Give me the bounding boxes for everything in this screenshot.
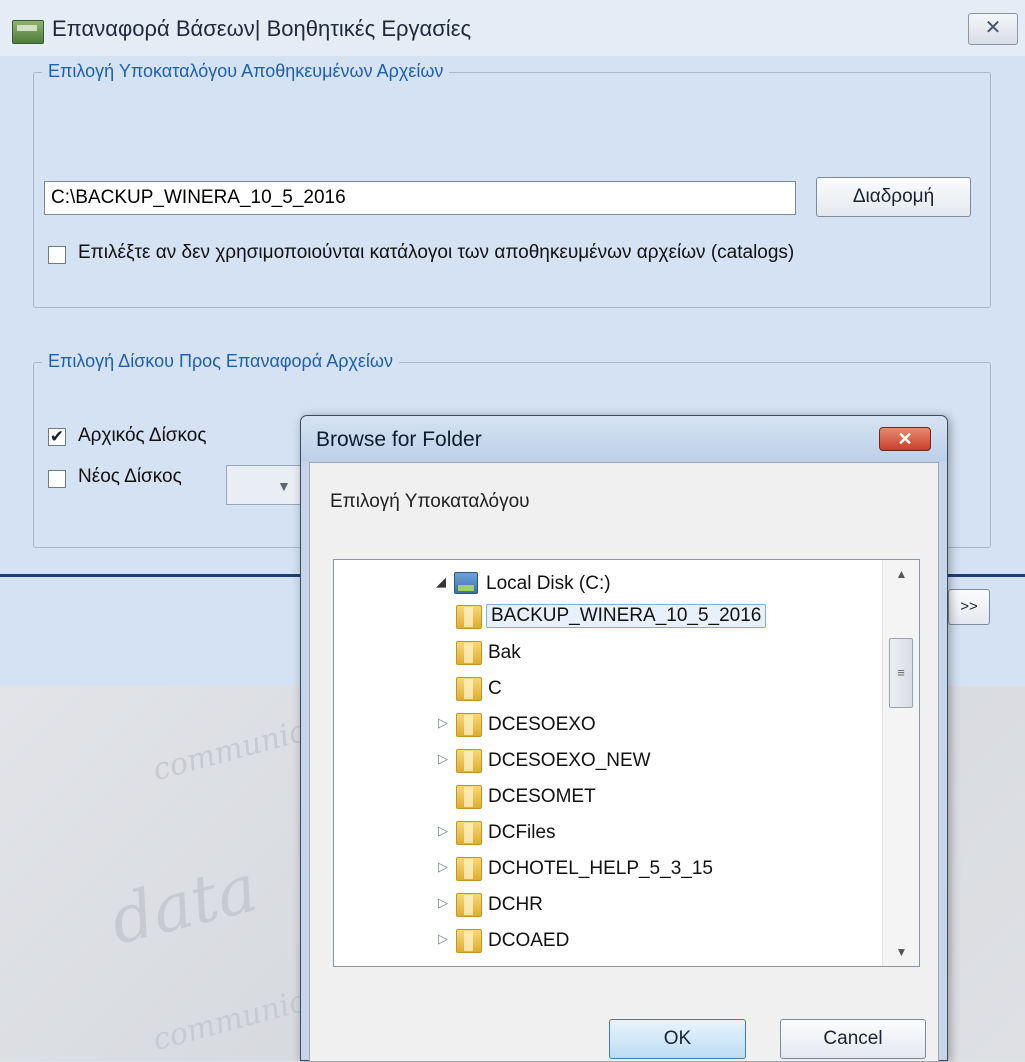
original-disk-checkbox[interactable]: ✔ xyxy=(48,428,66,446)
folder-icon xyxy=(456,749,482,773)
backup-folder-legend: Επιλογή Υποκαταλόγου Αποθηκευμένων Αρχεί… xyxy=(42,61,450,82)
folder-label: DCESOEXO xyxy=(488,714,596,735)
folder-icon xyxy=(456,605,482,629)
folder-icon xyxy=(456,641,482,665)
scroll-up-icon[interactable]: ▲ xyxy=(883,560,919,588)
folder-label: DCESOEXO_NEW xyxy=(488,750,651,771)
cancel-button[interactable]: Cancel xyxy=(780,1019,926,1059)
folder-icon xyxy=(456,677,482,701)
collapsed-arrow-icon[interactable]: ▷ xyxy=(438,931,448,947)
dialog-titlebar: Browse for Folder ✕ xyxy=(301,416,947,462)
folder-label: DCHR xyxy=(488,894,543,915)
browse-folder-dialog: Browse for Folder ✕ Επιλογή Υποκαταλόγου… xyxy=(300,415,948,1062)
window-titlebar: Επαναφορά Βάσεων| Βοηθητικές Εργασίες ✕ xyxy=(0,0,1025,56)
app-icon xyxy=(12,20,44,44)
no-catalogs-checkbox[interactable] xyxy=(48,246,66,264)
expanded-arrow-icon[interactable]: ◢ xyxy=(436,574,446,590)
dialog-description: Επιλογή Υποκαταλόγου xyxy=(330,491,530,512)
collapsed-arrow-icon[interactable]: ▷ xyxy=(438,715,448,731)
window-title: Επαναφορά Βάσεων| Βοηθητικές Εργασίες xyxy=(52,16,472,41)
collapsed-arrow-icon[interactable]: ▷ xyxy=(438,823,448,839)
dialog-body: Επιλογή Υποκαταλόγου ◢ Local Disk (C:) B… xyxy=(309,462,939,1062)
backup-path-input[interactable] xyxy=(44,181,796,215)
collapsed-arrow-icon[interactable]: ▷ xyxy=(438,895,448,911)
folder-label: Bak xyxy=(488,642,521,663)
scroll-thumb[interactable]: ≡ xyxy=(889,638,913,708)
dialog-close-button[interactable]: ✕ xyxy=(879,427,931,451)
no-catalogs-label: Επιλέξτε αν δεν χρησιμοποιούνται κατάλογ… xyxy=(78,242,795,263)
ok-button[interactable]: OK xyxy=(609,1019,746,1059)
new-disk-checkbox[interactable] xyxy=(48,470,66,488)
folder-icon xyxy=(456,821,482,845)
folder-label: DCOAED xyxy=(488,930,570,951)
next-button[interactable]: >> xyxy=(948,589,990,625)
chevron-down-icon: ▼ xyxy=(277,478,291,494)
watermark-logo-2: data xyxy=(102,849,265,960)
tree-scrollbar[interactable]: ▲ ≡ ▼ xyxy=(882,560,919,966)
collapsed-arrow-icon[interactable]: ▷ xyxy=(438,859,448,875)
folder-label: DCHOTEL_HELP_5_3_15 xyxy=(488,858,713,879)
original-disk-label: Αρχικός Δίσκος xyxy=(78,425,207,446)
drive-label: Local Disk (C:) xyxy=(486,573,611,594)
folder-icon xyxy=(456,929,482,953)
folder-icon xyxy=(456,857,482,881)
scroll-down-icon[interactable]: ▼ xyxy=(883,938,919,966)
folder-tree[interactable]: ◢ Local Disk (C:) BACKUP_WINERA_10_5_201… xyxy=(333,559,920,967)
folder-label: C xyxy=(488,678,502,699)
folder-icon xyxy=(456,713,482,737)
folder-label: DCESOMET xyxy=(488,786,596,807)
new-disk-label: Νέος Δίσκος xyxy=(78,466,182,487)
restore-disk-legend: Επιλογή Δίσκου Προς Επαναφορά Αρχείων xyxy=(42,351,399,372)
folder-label: BACKUP_WINERA_10_5_2016 xyxy=(486,604,767,628)
folder-icon xyxy=(456,785,482,809)
collapsed-arrow-icon[interactable]: ▷ xyxy=(438,751,448,767)
folder-label: DCFiles xyxy=(488,822,556,843)
window-close-button[interactable]: ✕ xyxy=(968,13,1018,45)
drive-icon xyxy=(454,572,478,594)
browse-path-button[interactable]: Διαδρομή xyxy=(816,177,971,217)
folder-icon xyxy=(456,893,482,917)
new-disk-dropdown[interactable]: ▼ xyxy=(226,465,306,505)
dialog-title: Browse for Folder xyxy=(316,428,482,451)
